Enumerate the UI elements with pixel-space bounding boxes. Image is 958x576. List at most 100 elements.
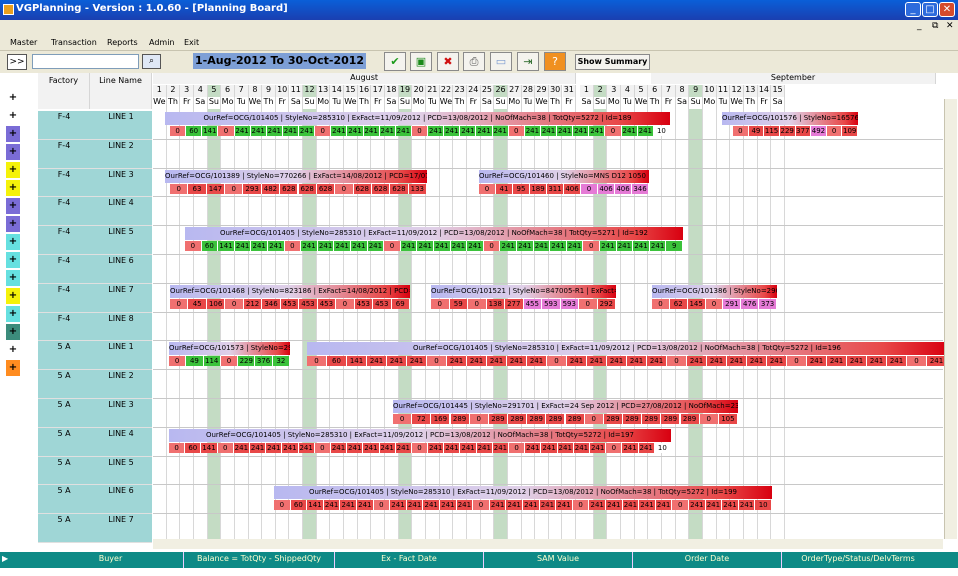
qty-cell: 0: [572, 500, 590, 511]
close-button[interactable]: ✕: [939, 2, 955, 17]
qty-cell: 0: [826, 126, 843, 136]
day-column: [412, 98, 426, 548]
qty-cell: 241: [492, 442, 510, 453]
weekday-label: Tu: [330, 97, 345, 109]
menu-reports[interactable]: Reports: [107, 38, 138, 47]
day-column: [494, 98, 508, 548]
search-input[interactable]: [32, 54, 139, 69]
order-bar[interactable]: OurRef=OCG/101405 | StyleNo=285310 | ExF…: [169, 428, 671, 442]
row-divider: [153, 426, 943, 428]
row-line-name[interactable]: LINE 3: [90, 399, 152, 428]
search-button[interactable]: ⌕: [142, 54, 161, 69]
row-line-name[interactable]: LINE 8: [90, 312, 152, 342]
qty-cell: 289: [603, 414, 623, 424]
folder-icon[interactable]: ▭: [490, 52, 512, 71]
qty-cell: 141: [347, 356, 367, 367]
horizontal-scrollbar[interactable]: [153, 539, 943, 549]
qty-cell: 0: [225, 298, 244, 309]
qty-cell: 241: [622, 442, 639, 453]
print-icon[interactable]: ⎙: [463, 52, 485, 71]
weekday-label: Mo: [221, 97, 235, 109]
row-line-name[interactable]: LINE 4: [90, 427, 152, 457]
order-bar[interactable]: OurRef=OCG/101573 | StyleNo=292092 | ExF…: [169, 342, 290, 356]
minimize-button[interactable]: _: [905, 2, 921, 17]
order-bar[interactable]: OurRef=OCG/101445 | StyleNo=291701 | ExF…: [393, 400, 738, 413]
qty-cell: 105: [718, 414, 738, 424]
check-icon[interactable]: ✔: [384, 52, 406, 71]
row-divider: [153, 513, 943, 515]
order-bar[interactable]: OurRef=OCG/101405 | StyleNo=285310 | ExF…: [307, 342, 947, 356]
order-bar[interactable]: OurRef=OCG/101405 | StyleNo=285310 | ExF…: [185, 227, 683, 241]
order-bar[interactable]: OurRef=OCG/101389 | StyleNo=770266 | ExF…: [165, 169, 427, 183]
qty-cell: 0: [733, 126, 749, 136]
vertical-scrollbar[interactable]: [944, 99, 957, 539]
qty-cell: 0: [314, 442, 331, 453]
qty-cell: 241: [606, 500, 623, 511]
day-column: [535, 98, 549, 548]
status-sam: SAM Value: [536, 554, 580, 563]
qty-cell: 69: [391, 298, 410, 309]
row-factory: 5 A: [38, 341, 90, 371]
mdi-close-button[interactable]: ✕: [946, 21, 954, 31]
delete-icon[interactable]: ✖: [437, 52, 459, 71]
menu-transaction[interactable]: Transaction: [51, 38, 97, 47]
order-bar[interactable]: OurRef=OCG/101521 | StyleNo=847005-R1 | …: [431, 284, 616, 298]
day-number: 9: [262, 85, 276, 97]
exit-icon[interactable]: ⇥: [517, 52, 539, 71]
day-column: [289, 98, 304, 548]
qty-cell: 241: [347, 126, 364, 136]
qty-cell: 0: [185, 241, 202, 252]
menu-admin[interactable]: Admin: [149, 38, 175, 47]
row-line-name[interactable]: LINE 6: [90, 485, 152, 515]
qty-cell: 241: [607, 356, 627, 367]
qty-cell: 241: [450, 241, 468, 252]
mdi-minimize-button[interactable]: _: [917, 21, 922, 31]
maximize-button[interactable]: □: [922, 2, 938, 17]
row-factory: F-4: [38, 111, 90, 140]
order-bar[interactable]: OurRef=OCG/101468 | StyleNo=823186 | ExF…: [170, 284, 410, 298]
qty-cell: 141: [201, 442, 218, 453]
qty-cell: 241: [390, 500, 407, 511]
day-number: 2: [166, 85, 181, 97]
menu-master[interactable]: Master: [10, 38, 37, 47]
row-line-name[interactable]: LINE 1: [90, 111, 152, 140]
qty-cell: 0: [667, 356, 687, 367]
help-icon[interactable]: ?: [544, 52, 566, 71]
qty-cell: 377: [795, 126, 812, 136]
order-bar[interactable]: OurRef=OCG/101405 | StyleNo=285310 | ExF…: [274, 486, 772, 500]
row-line-name[interactable]: LINE 7: [90, 514, 152, 543]
qty-cell: 145: [687, 298, 706, 309]
qty-cell: 0: [217, 442, 234, 453]
day-column: [248, 98, 263, 548]
qty-cell: 593: [542, 298, 561, 309]
day-number: 28: [521, 85, 536, 97]
order-bar[interactable]: OurRef=OCG/101576 | StyleNo=1657620886 |…: [722, 112, 858, 125]
qty-cell: 241: [489, 500, 507, 511]
qty-cell: 455: [523, 298, 542, 309]
day-number: 14: [330, 85, 345, 97]
day-number: 13: [743, 85, 758, 97]
row-line-name[interactable]: LINE 7: [90, 283, 152, 313]
qty-cell: 289: [565, 414, 585, 424]
menu-exit[interactable]: Exit: [184, 38, 199, 47]
mdi-restore-button[interactable]: ⧉: [932, 21, 938, 31]
qty-cell: 0: [220, 356, 239, 367]
expand-button[interactable]: >>: [7, 54, 27, 70]
order-bar[interactable]: OurRef=OCG/101405 | StyleNo=285310 | ExF…: [165, 112, 670, 125]
show-summary-button[interactable]: Show Summary: [575, 54, 650, 70]
row-line-name[interactable]: LINE 5: [90, 456, 152, 486]
row-line-name[interactable]: LINE 5: [90, 226, 152, 255]
row-line-name[interactable]: LINE 4: [90, 197, 152, 227]
row-line-name[interactable]: LINE 2: [90, 370, 152, 399]
row-line-name[interactable]: LINE 1: [90, 341, 152, 371]
row-line-name[interactable]: LINE 2: [90, 139, 152, 169]
day-number: 31: [562, 85, 577, 97]
order-bar[interactable]: OurRef=OCG/101460 | StyleNo=MNS D12 1050…: [479, 169, 649, 183]
order-bar[interactable]: OurRef=OCG/101386 | StyleNo=290055 | ExF…: [652, 284, 777, 298]
row-line-name[interactable]: LINE 3: [90, 168, 152, 198]
row-line-name[interactable]: LINE 6: [90, 255, 152, 284]
magnifier-icon: ⌕: [148, 56, 155, 66]
day-column: [316, 98, 331, 548]
save-icon[interactable]: ▣: [410, 52, 432, 71]
qty-cell: 0: [473, 500, 490, 511]
